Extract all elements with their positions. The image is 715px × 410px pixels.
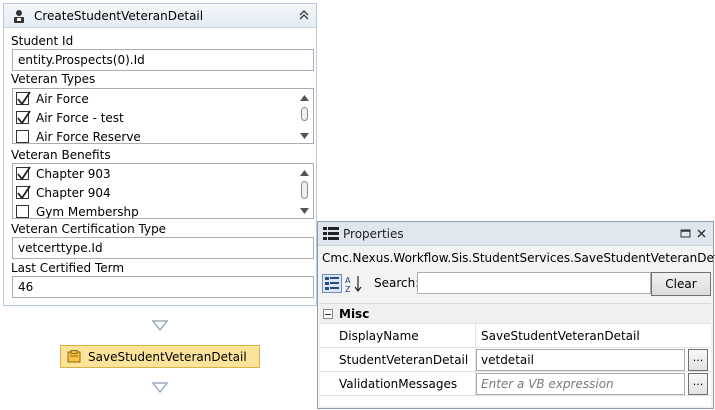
list-item[interactable]: Chapter 903	[13, 164, 313, 183]
category-row-misc[interactable]: Misc	[320, 304, 711, 324]
property-name: ValidationMessages	[320, 372, 476, 395]
collapse-toggle-icon[interactable]	[323, 308, 333, 319]
list-item[interactable]: Gym Membershp	[13, 202, 313, 219]
activity-box-label: SaveStudentVeteranDetail	[88, 349, 247, 364]
veteran-benefits-list[interactable]: Chapter 903 Chapter 904 Gym Membershp	[12, 163, 314, 219]
category-label: Misc	[339, 306, 370, 321]
student-person-icon	[14, 9, 24, 23]
activity-title: CreateStudentVeteranDetail	[34, 8, 204, 23]
checkmark-icon	[17, 110, 31, 125]
checkmark-icon	[17, 185, 31, 200]
checkmark-icon	[17, 91, 31, 106]
checkbox-checked[interactable]	[16, 110, 31, 125]
scroll-down-icon[interactable]	[300, 133, 309, 139]
property-value[interactable]: SaveStudentVeteranDetail	[476, 324, 711, 347]
scroll-thumb[interactable]	[301, 181, 308, 199]
expression-input[interactable]: vetdetail	[476, 349, 685, 371]
list-item[interactable]: Air Force - test	[13, 108, 313, 127]
veteran-types-list[interactable]: Air Force Air Force - test Air Force Res…	[12, 88, 314, 144]
properties-panel[interactable]: Properties Cmc.Nexus.Workflow.Sis.Studen…	[317, 221, 715, 409]
close-icon[interactable]	[696, 228, 707, 239]
property-value-text: SaveStudentVeteranDetail	[481, 329, 640, 343]
placeholder-text: Enter a VB expression	[481, 377, 614, 391]
activity-icon	[67, 350, 81, 363]
scroll-down-icon[interactable]	[300, 208, 309, 214]
list-item-label: Air Force - test	[36, 110, 124, 125]
list-item[interactable]: Air Force Reserve	[13, 127, 313, 144]
property-row[interactable]: StudentVeteranDetail vetdetail ...	[320, 348, 711, 372]
list-item-label: Air Force Reserve	[36, 129, 141, 144]
maximize-icon[interactable]	[680, 228, 691, 239]
vertical-scrollbar[interactable]	[296, 164, 313, 218]
checkbox-checked[interactable]	[16, 91, 31, 106]
list-item-label: Chapter 904	[36, 185, 111, 200]
categorized-view-icon[interactable]	[322, 274, 342, 293]
save-student-veteran-detail-activity[interactable]: SaveStudentVeteranDetail	[60, 345, 260, 368]
ellipsis-button[interactable]: ...	[688, 373, 708, 395]
flow-arrow-down-icon	[152, 382, 168, 393]
property-value[interactable]: vetdetail ...	[476, 348, 711, 371]
property-name: StudentVeteranDetail	[320, 348, 476, 371]
list-item-label: Air Force	[36, 91, 89, 106]
list-item-label: Gym Membershp	[36, 204, 139, 219]
student-id-input[interactable]: entity.Prospects(0).Id	[12, 49, 314, 71]
properties-titlebar[interactable]: Properties	[318, 222, 713, 246]
checkbox-unchecked[interactable]	[16, 130, 29, 143]
expression-input[interactable]: Enter a VB expression	[476, 373, 685, 395]
veteran-types-label: Veteran Types	[11, 72, 96, 86]
last-certified-term-label: Last Certified Term	[11, 261, 125, 275]
list-item[interactable]: Chapter 904	[13, 183, 313, 202]
vertical-scrollbar[interactable]	[296, 89, 313, 143]
clear-button[interactable]: Clear	[651, 272, 711, 296]
search-input[interactable]	[417, 272, 651, 294]
svg-text:A: A	[345, 276, 351, 285]
checkmark-icon	[17, 166, 31, 181]
ellipsis-button[interactable]: ...	[688, 349, 708, 371]
property-row[interactable]: ValidationMessages Enter a VB expression…	[320, 372, 711, 396]
flow-arrow-down-icon	[152, 320, 168, 331]
property-row[interactable]: DisplayName SaveStudentVeteranDetail	[320, 324, 711, 348]
collapse-chevron-icon[interactable]	[298, 9, 310, 21]
svg-text:Z: Z	[345, 285, 351, 293]
search-label: Search:	[374, 276, 420, 290]
checkbox-checked[interactable]	[16, 185, 31, 200]
scroll-up-icon[interactable]	[300, 170, 309, 176]
certification-type-input[interactable]: vetcerttype.Id	[12, 237, 314, 259]
list-item-label: Chapter 903	[36, 166, 111, 181]
veteran-benefits-label: Veteran Benefits	[11, 148, 111, 162]
scroll-thumb[interactable]	[301, 107, 308, 121]
create-student-veteran-detail-activity[interactable]: CreateStudentVeteranDetail Student Id en…	[3, 3, 317, 306]
student-id-label: Student Id	[11, 34, 74, 48]
checkbox-unchecked[interactable]	[16, 205, 29, 218]
certification-type-label: Veteran Certification Type	[11, 222, 167, 236]
checkbox-checked[interactable]	[16, 166, 31, 181]
properties-title: Properties	[343, 226, 404, 241]
alphabetical-sort-icon[interactable]: A Z	[344, 274, 364, 293]
property-name: DisplayName	[320, 324, 476, 347]
properties-toolbar: A Z Search: Clear	[318, 270, 713, 296]
properties-grid-icon	[323, 226, 339, 240]
selected-type-name: Cmc.Nexus.Workflow.Sis.StudentServices.S…	[318, 246, 715, 270]
scroll-up-icon[interactable]	[300, 95, 309, 101]
activity-header[interactable]: CreateStudentVeteranDetail	[4, 4, 316, 28]
property-value[interactable]: Enter a VB expression ...	[476, 372, 711, 395]
property-grid: Misc DisplayName SaveStudentVeteranDetai…	[320, 303, 711, 406]
last-certified-term-input[interactable]: 46	[12, 276, 314, 298]
list-item[interactable]: Air Force	[13, 89, 313, 108]
